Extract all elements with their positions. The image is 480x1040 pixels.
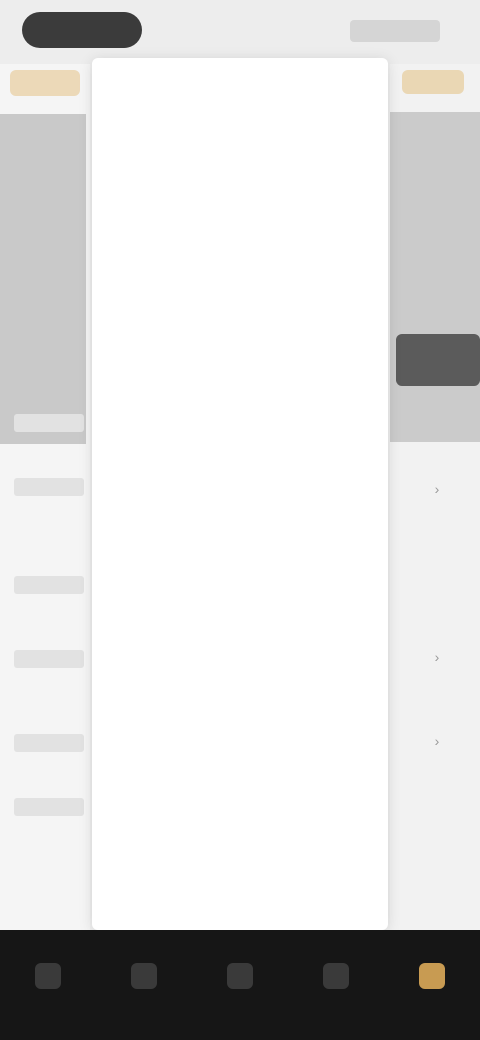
dropdown-menu <box>92 58 388 930</box>
profile-icon <box>419 963 445 989</box>
menu-item[interactable] <box>92 387 388 434</box>
bottom-navigation <box>0 930 480 1040</box>
left-label <box>14 734 84 752</box>
menu-item[interactable] <box>92 152 388 199</box>
menu-item[interactable] <box>92 528 388 575</box>
menu-item[interactable] <box>92 293 388 340</box>
nav-item-cart[interactable] <box>296 950 376 1020</box>
menu-item[interactable] <box>92 575 388 622</box>
menu-item[interactable] <box>92 857 388 904</box>
menu-item[interactable] <box>92 716 388 763</box>
left-panel <box>0 64 90 934</box>
cart-icon <box>323 963 349 989</box>
left-label <box>14 798 84 816</box>
menu-item[interactable] <box>92 669 388 716</box>
right-accent-tag <box>402 70 464 94</box>
right-panel: › › › <box>390 64 480 934</box>
menu-item[interactable] <box>92 58 388 105</box>
left-label <box>14 650 84 668</box>
menu-item[interactable] <box>92 622 388 669</box>
left-label <box>14 478 84 496</box>
menu-item[interactable] <box>92 105 388 152</box>
location-selector[interactable] <box>22 12 142 48</box>
menu-item[interactable] <box>92 434 388 481</box>
left-label <box>14 576 84 594</box>
chevron-right-icon: › <box>434 481 440 497</box>
chevron-right-icon: › <box>434 733 440 749</box>
home-icon <box>35 963 61 989</box>
top-bar <box>0 0 480 64</box>
header-right-action[interactable] <box>350 20 440 42</box>
menu-item[interactable] <box>92 340 388 387</box>
discover-icon <box>227 963 253 989</box>
category-icon <box>131 963 157 989</box>
chevron-right-icon: › <box>434 649 440 665</box>
menu-item[interactable] <box>92 481 388 528</box>
menu-item[interactable] <box>92 763 388 810</box>
nav-item-profile[interactable] <box>392 950 472 1020</box>
nav-item-home[interactable] <box>8 950 88 1020</box>
nav-item-discover[interactable] <box>200 950 280 1020</box>
right-image-block <box>390 112 480 442</box>
left-image-block <box>0 114 86 444</box>
menu-item[interactable] <box>92 246 388 293</box>
screen: › › › <box>0 0 480 1040</box>
menu-item[interactable] <box>92 199 388 246</box>
right-dark-button[interactable] <box>396 334 480 386</box>
left-label <box>14 414 84 432</box>
menu-item[interactable] <box>92 810 388 857</box>
left-accent-tag <box>10 70 80 96</box>
nav-item-category[interactable] <box>104 950 184 1020</box>
